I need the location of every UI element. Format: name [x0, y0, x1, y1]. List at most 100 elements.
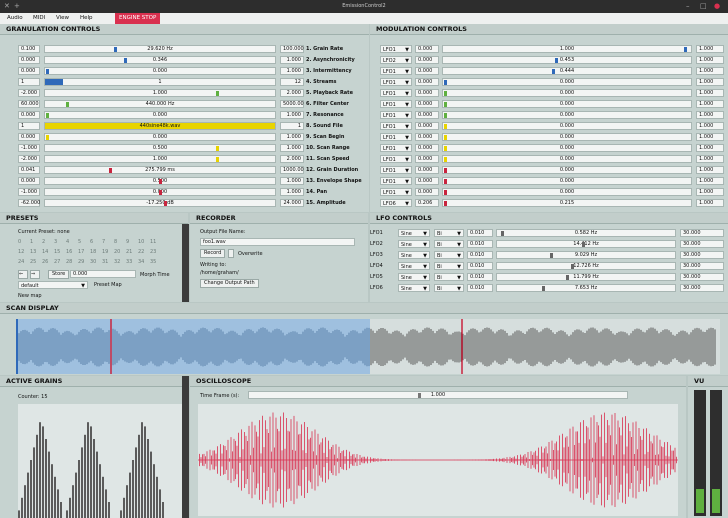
slider-knob[interactable]: [444, 201, 447, 206]
preset-slot[interactable]: 34: [138, 259, 144, 265]
param-max-input[interactable]: 5000.00: [280, 100, 304, 108]
slider-knob[interactable]: [444, 80, 447, 85]
preset-slot[interactable]: 5: [78, 239, 81, 245]
lfo-select[interactable]: LFO1 ▼: [380, 155, 412, 163]
mod-slider[interactable]: 0.000: [442, 188, 692, 196]
lfo-shape-select[interactable]: Sine ▼: [398, 251, 430, 259]
lfo-select[interactable]: LFO1 ▼: [380, 45, 412, 53]
preset-slot[interactable]: 30: [90, 259, 96, 265]
preset-slot[interactable]: 10: [138, 239, 144, 245]
slider-knob[interactable]: [46, 135, 49, 140]
lfo-polarity-select[interactable]: Bi ▼: [434, 240, 464, 248]
lfo-freq-slider[interactable]: 12.726 Hz: [496, 262, 676, 270]
mod-slider[interactable]: 0.000: [442, 89, 692, 97]
lfo-shape-select[interactable]: Sine ▼: [398, 262, 430, 270]
slider-knob[interactable]: [163, 201, 167, 206]
mod-max-input[interactable]: 1.000: [696, 144, 724, 152]
mod-max-input[interactable]: 1.000: [696, 45, 724, 53]
mod-slider[interactable]: 0.215: [442, 199, 692, 207]
mod-depth-input[interactable]: 0.000: [415, 122, 439, 130]
mod-depth-input[interactable]: 0.000: [415, 89, 439, 97]
slider-knob[interactable]: [444, 190, 447, 195]
preset-slot[interactable]: 31: [102, 259, 108, 265]
next-preset-icon[interactable]: ⇒: [30, 270, 40, 279]
lfo-min-input[interactable]: 0.010: [467, 284, 493, 292]
mod-depth-input[interactable]: 0.000: [415, 155, 439, 163]
param-slider[interactable]: 275.799 ms: [44, 166, 276, 174]
mod-max-input[interactable]: 1.000: [696, 78, 724, 86]
param-max-input[interactable]: 1.000: [280, 144, 304, 152]
preset-slot[interactable]: 24: [18, 259, 24, 265]
param-slider[interactable]: 0.000: [44, 133, 276, 141]
slider-knob[interactable]: [541, 286, 545, 291]
param-min-input[interactable]: 60.000: [18, 100, 40, 108]
record-button[interactable]: Record: [200, 249, 226, 258]
param-max-input[interactable]: 1.000: [280, 111, 304, 119]
slider-knob[interactable]: [444, 157, 447, 162]
change-output-path-button[interactable]: Change Output Path: [200, 279, 259, 288]
param-slider[interactable]: 0.000: [44, 188, 276, 196]
slider-knob[interactable]: [159, 190, 162, 195]
lfo-max-input[interactable]: 30.000: [680, 262, 724, 270]
lfo-freq-slider[interactable]: 7.653 Hz: [496, 284, 676, 292]
scan-waveform[interactable]: [16, 319, 720, 374]
lfo-select[interactable]: LFO1 ▼: [380, 100, 412, 108]
preset-slot[interactable]: 25: [30, 259, 36, 265]
lfo-freq-slider[interactable]: 11.799 Hz: [496, 273, 676, 281]
minimize-icon[interactable]: –: [686, 2, 694, 10]
mod-slider[interactable]: 0.000: [442, 78, 692, 86]
lfo-select[interactable]: LFO1 ▼: [380, 122, 412, 130]
mod-depth-input[interactable]: 0.000: [415, 56, 439, 64]
mod-depth-input[interactable]: 0.000: [415, 133, 439, 141]
morph-time-input[interactable]: 0.000: [70, 270, 136, 278]
param-max-input[interactable]: 2.000: [280, 89, 304, 97]
param-min-input[interactable]: -2.000: [18, 155, 40, 163]
preset-slot[interactable]: 13: [30, 249, 36, 255]
preset-slot[interactable]: 12: [18, 249, 24, 255]
param-slider[interactable]: 0.500: [44, 144, 276, 152]
preset-slot[interactable]: 16: [66, 249, 72, 255]
param-min-input[interactable]: 1: [18, 122, 40, 130]
preset-slot[interactable]: 1: [30, 239, 33, 245]
param-max-input[interactable]: 1.000: [280, 133, 304, 141]
lfo-freq-slider[interactable]: 0.582 Hz: [496, 229, 676, 237]
slider-knob[interactable]: [66, 102, 70, 107]
mod-depth-input[interactable]: 0.000: [415, 111, 439, 119]
store-button[interactable]: Store: [48, 270, 70, 279]
preset-slot[interactable]: 22: [138, 249, 144, 255]
preset-slot[interactable]: 0: [18, 239, 21, 245]
lfo-max-input[interactable]: 30.000: [680, 284, 724, 292]
lfo-max-input[interactable]: 30.000: [680, 273, 724, 281]
lfo-select[interactable]: LFO1 ▼: [380, 188, 412, 196]
param-max-input[interactable]: 1.000: [280, 56, 304, 64]
mod-max-input[interactable]: 1.000: [696, 155, 724, 163]
time-frame-slider[interactable]: 1.000: [248, 391, 628, 399]
slider-knob[interactable]: [109, 168, 113, 173]
slider-knob[interactable]: [552, 69, 556, 74]
mod-depth-input[interactable]: 0.000: [415, 166, 439, 174]
param-max-input[interactable]: 2.000: [280, 155, 304, 163]
lfo-min-input[interactable]: 0.010: [467, 229, 493, 237]
param-slider[interactable]: 440sine48k.wav: [44, 122, 276, 130]
lfo-min-input[interactable]: 0.010: [467, 251, 493, 259]
lfo-select[interactable]: LFO1 ▼: [380, 177, 412, 185]
lfo-shape-select[interactable]: Sine ▼: [398, 229, 430, 237]
param-slider[interactable]: 1.000: [44, 89, 276, 97]
param-slider[interactable]: 0.346: [44, 56, 276, 64]
preset-slot[interactable]: 4: [66, 239, 69, 245]
lfo-min-input[interactable]: 0.010: [467, 262, 493, 270]
slider-knob[interactable]: [581, 242, 585, 247]
slider-knob[interactable]: [124, 58, 128, 63]
slider-knob[interactable]: [444, 102, 447, 107]
param-min-input[interactable]: 0.000: [18, 133, 40, 141]
param-slider[interactable]: -17.250 dB: [44, 199, 276, 207]
slider-knob[interactable]: [444, 179, 447, 184]
slider-knob[interactable]: [444, 146, 447, 151]
slider-knob[interactable]: [113, 47, 117, 52]
slider-knob[interactable]: [444, 135, 447, 140]
mod-depth-input[interactable]: 0.206: [415, 199, 439, 207]
lfo-select[interactable]: LFO1 ▼: [380, 111, 412, 119]
mod-depth-input[interactable]: 0.000: [415, 188, 439, 196]
param-slider[interactable]: 1.000: [44, 155, 276, 163]
maximize-icon[interactable]: □: [700, 2, 708, 10]
